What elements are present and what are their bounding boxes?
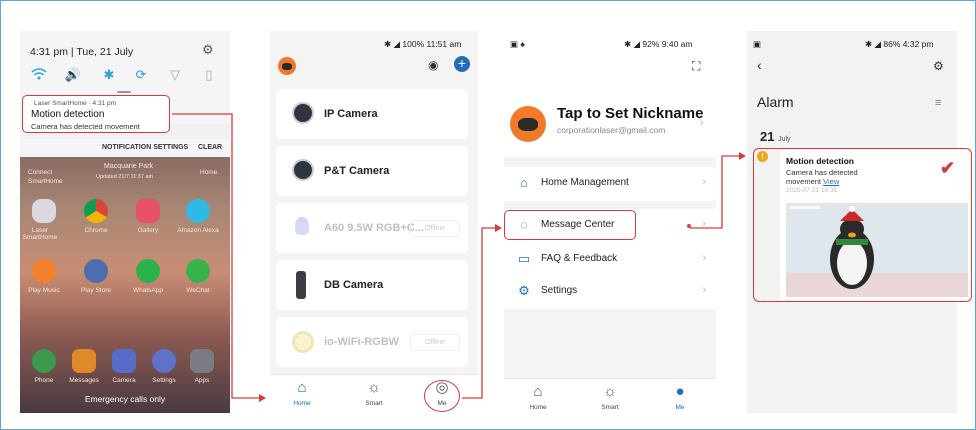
arrowhead [739, 152, 746, 160]
arrow-notification-to-me [172, 113, 262, 399]
arrowhead [495, 224, 502, 232]
arrow-message-center-to-alarm [690, 155, 742, 229]
arrowhead [259, 394, 266, 402]
flow-arrows [172, 113, 746, 402]
arrow-me-to-message-center [462, 227, 498, 399]
